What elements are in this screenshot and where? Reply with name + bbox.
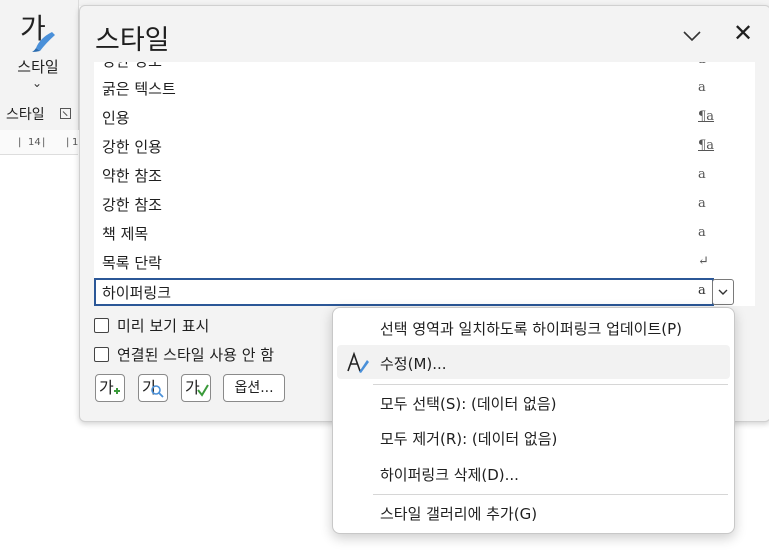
manage-styles-button[interactable]: 가 bbox=[181, 374, 211, 402]
chevron-down-icon: ⌄ bbox=[32, 76, 43, 90]
char-style-icon: a bbox=[698, 225, 706, 240]
ruler-mark-1: 1 bbox=[72, 137, 79, 148]
style-item[interactable]: 목록 단락 ↵ bbox=[94, 248, 714, 276]
dialog-launcher-icon[interactable] bbox=[60, 108, 71, 119]
linked-style-icon: ¶a bbox=[698, 138, 715, 153]
menu-item-label: 선택 영역과 일치하도록 하이퍼링크 업데이트(P) bbox=[380, 320, 683, 338]
chevron-down-icon[interactable] bbox=[680, 24, 704, 48]
paragraph-style-icon: ↵ bbox=[698, 254, 709, 269]
group-label: 스타일 bbox=[6, 107, 45, 123]
show-preview-checkbox[interactable]: 미리 보기 표시 bbox=[94, 315, 209, 336]
style-name: 강한 강조 bbox=[102, 62, 162, 71]
style-name: 강한 참조 bbox=[102, 196, 162, 214]
style-item[interactable]: 책 제목 a bbox=[94, 219, 714, 247]
menu-item-label: 모두 선택(S): (데이터 없음) bbox=[380, 395, 557, 413]
disable-linked-label: 연결된 스타일 사용 안 함 bbox=[117, 346, 275, 364]
context-menu: 선택 영역과 일치하도록 하이퍼링크 업데이트(P) 수정(M)... 모두 선… bbox=[332, 307, 735, 534]
close-icon[interactable]: ✕ bbox=[730, 20, 756, 46]
menu-select-all[interactable]: 모두 선택(S): (데이터 없음) bbox=[337, 385, 730, 419]
chevron-down-icon bbox=[718, 289, 728, 295]
style-name: 하이퍼링크 bbox=[102, 284, 172, 302]
checkbox-box[interactable] bbox=[94, 347, 109, 362]
styles-label: 스타일 bbox=[17, 58, 59, 76]
ruler: | 14 | | 1 bbox=[0, 130, 78, 155]
style-inspector-button[interactable]: 가 bbox=[138, 374, 168, 402]
ruler-mark-14: 14 bbox=[28, 137, 41, 148]
style-list[interactable]: 강한 강조 a 굵은 텍스트 a 인용 ¶a 강한 인용 ¶a 약한 참조 a … bbox=[94, 62, 755, 306]
style-item[interactable]: 인용 ¶a bbox=[94, 103, 714, 131]
style-name: 인용 bbox=[102, 109, 130, 127]
styles-brush-icon: 가 bbox=[20, 12, 55, 52]
modify-style-icon bbox=[347, 351, 369, 373]
styles-gallery-button[interactable]: 가 스타일 ⌄ bbox=[10, 6, 66, 96]
svg-text:가: 가 bbox=[99, 378, 114, 397]
menu-item-label: 스타일 갤러리에 추가(G) bbox=[380, 505, 538, 523]
new-style-button[interactable]: 가 bbox=[95, 374, 125, 402]
style-name: 약한 참조 bbox=[102, 167, 162, 185]
style-inspector-icon: 가 bbox=[142, 378, 164, 398]
style-item[interactable]: 강한 참조 a bbox=[94, 190, 714, 218]
char-style-icon: a bbox=[698, 283, 706, 298]
style-item[interactable]: 굵은 텍스트 a bbox=[94, 74, 714, 102]
menu-item-label: 하이퍼링크 삭제(D)... bbox=[380, 466, 519, 484]
manage-styles-icon: 가 bbox=[185, 378, 209, 397]
menu-remove-all[interactable]: 모두 제거(R): (데이터 없음) bbox=[337, 420, 730, 454]
char-style-icon: a bbox=[698, 62, 706, 67]
style-item[interactable]: 강한 강조 a bbox=[94, 62, 714, 74]
style-item[interactable]: 강한 인용 ¶a bbox=[94, 132, 714, 160]
style-item-selected[interactable]: 하이퍼링크 a bbox=[94, 278, 714, 306]
menu-delete-style[interactable]: 하이퍼링크 삭제(D)... bbox=[337, 456, 730, 490]
menu-item-label: 모두 제거(R): (데이터 없음) bbox=[380, 430, 558, 448]
menu-item-label: 수정(M)... bbox=[380, 355, 447, 373]
menu-modify[interactable]: 수정(M)... bbox=[337, 345, 730, 379]
style-item[interactable]: 약한 참조 a bbox=[94, 161, 714, 189]
pane-title: 스타일 bbox=[95, 25, 170, 56]
options-button[interactable]: 옵션... bbox=[223, 374, 285, 402]
disable-linked-styles-checkbox[interactable]: 연결된 스타일 사용 안 함 bbox=[94, 344, 274, 365]
checkbox-box[interactable] bbox=[94, 318, 109, 333]
menu-add-to-gallery[interactable]: 스타일 갤러리에 추가(G) bbox=[337, 495, 730, 529]
char-style-icon: a bbox=[698, 196, 706, 211]
new-style-icon: 가 bbox=[99, 378, 120, 397]
style-name: 책 제목 bbox=[102, 225, 149, 243]
ruler-mark: | bbox=[18, 137, 22, 148]
style-name: 목록 단락 bbox=[102, 254, 162, 272]
ribbon-styles-group: 가 스타일 ⌄ 스타일 bbox=[0, 0, 79, 130]
style-name: 굵은 텍스트 bbox=[102, 80, 176, 98]
show-preview-label: 미리 보기 표시 bbox=[117, 317, 210, 335]
svg-text:가: 가 bbox=[185, 378, 200, 397]
linked-style-icon: ¶a bbox=[698, 109, 715, 124]
char-style-icon: a bbox=[698, 80, 706, 95]
menu-update-to-match[interactable]: 선택 영역과 일치하도록 하이퍼링크 업데이트(P) bbox=[337, 310, 730, 344]
ruler-mark: | bbox=[42, 137, 46, 148]
ruler-mark: | bbox=[66, 137, 70, 148]
style-dropdown-button[interactable] bbox=[712, 279, 734, 305]
char-style-icon: a bbox=[698, 167, 706, 182]
style-name: 강한 인용 bbox=[102, 138, 162, 156]
